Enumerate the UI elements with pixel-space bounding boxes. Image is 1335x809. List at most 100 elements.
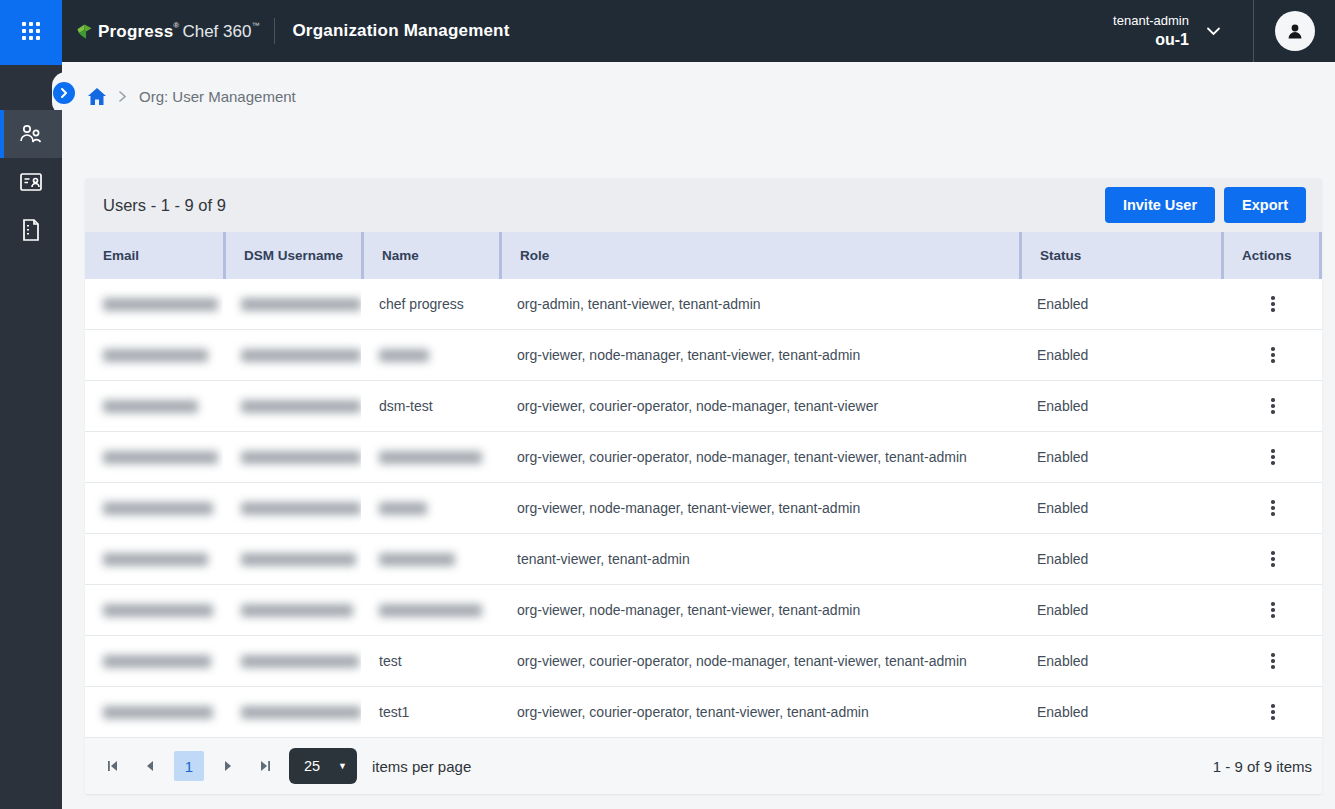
row-actions-menu-button[interactable] <box>1261 700 1285 724</box>
redacted-text <box>241 451 361 464</box>
cell-dsm-username <box>223 585 361 635</box>
items-per-page-label: items per page <box>372 758 471 775</box>
id-card-icon <box>19 171 43 193</box>
cell-actions <box>1221 432 1322 482</box>
sidebar-item-id-card[interactable] <box>0 158 62 206</box>
row-actions-menu-button[interactable] <box>1261 598 1285 622</box>
cell-email <box>85 636 223 686</box>
brand-progress-text: Progress® <box>98 21 179 42</box>
cell-role: org-admin, tenant-viewer, tenant-admin <box>499 279 1019 329</box>
page-number-button[interactable]: 1 <box>174 751 204 781</box>
first-page-button[interactable] <box>100 753 126 779</box>
column-header-actions: Actions <box>1221 232 1322 279</box>
cell-status: Enabled <box>1019 534 1221 584</box>
page-size-select[interactable]: 25 ▼ <box>289 748 357 784</box>
cell-dsm-username <box>223 534 361 584</box>
redacted-text <box>379 553 455 566</box>
table-row: org-viewer, courier-operator, node-manag… <box>85 432 1322 483</box>
table-row: org-viewer, node-manager, tenant-viewer,… <box>85 585 1322 636</box>
column-header-email[interactable]: Email <box>85 232 223 279</box>
redacted-text <box>103 400 198 413</box>
redacted-text <box>241 553 356 566</box>
invite-user-button[interactable]: Invite User <box>1105 187 1215 223</box>
cell-actions <box>1221 687 1322 737</box>
avatar <box>1275 11 1315 51</box>
redacted-text <box>103 451 218 464</box>
column-header-name[interactable]: Name <box>361 232 499 279</box>
breadcrumb-current: Org: User Management <box>139 88 296 105</box>
cell-name: dsm-test <box>361 381 499 431</box>
row-actions-menu-button[interactable] <box>1261 547 1285 571</box>
row-actions-menu-button[interactable] <box>1261 292 1285 316</box>
cell-dsm-username <box>223 636 361 686</box>
policy-document-icon <box>20 218 42 242</box>
users-card: Users - 1 - 9 of 9 Invite User Export Em… <box>85 178 1322 794</box>
cell-status: Enabled <box>1019 279 1221 329</box>
column-header-dsm-username[interactable]: DSM Username <box>223 232 361 279</box>
breadcrumb: Org: User Management <box>88 88 296 105</box>
redacted-text <box>379 502 427 515</box>
cell-status: Enabled <box>1019 687 1221 737</box>
cell-email <box>85 432 223 482</box>
header-divider <box>274 18 275 44</box>
brand-chef-text: Chef 360™ <box>182 21 259 42</box>
chevron-down-icon[interactable] <box>1206 27 1221 36</box>
tenant-switcher[interactable]: tenant-admin ou-1 <box>1113 13 1189 50</box>
cell-dsm-username <box>223 432 361 482</box>
tenant-role: tenant-admin <box>1113 13 1189 29</box>
column-header-status[interactable]: Status <box>1019 232 1221 279</box>
cell-actions <box>1221 636 1322 686</box>
row-actions-menu-button[interactable] <box>1261 394 1285 418</box>
cell-role: org-viewer, node-manager, tenant-viewer,… <box>499 585 1019 635</box>
cell-email <box>85 381 223 431</box>
cell-status: Enabled <box>1019 636 1221 686</box>
progress-logo-icon <box>75 22 94 41</box>
redacted-text <box>241 349 361 362</box>
items-range-label: 1 - 9 of 9 items <box>1213 758 1312 775</box>
export-button[interactable]: Export <box>1224 187 1306 223</box>
pagination-bar: 1 25 ▼ items per page 1 - 9 of 9 items <box>85 738 1322 794</box>
cell-name: test <box>361 636 499 686</box>
table-row: org-viewer, node-manager, tenant-viewer,… <box>85 483 1322 534</box>
redacted-text <box>103 655 211 668</box>
users-icon <box>18 122 44 146</box>
top-bar: Progress® Chef 360™ Organization Managem… <box>0 0 1335 62</box>
redacted-text <box>379 451 482 464</box>
cell-actions <box>1221 330 1322 380</box>
redacted-text <box>379 604 482 617</box>
sidebar-item-users[interactable] <box>0 110 62 158</box>
redacted-text <box>103 298 218 311</box>
cell-actions <box>1221 279 1322 329</box>
sidebar-expand-button[interactable] <box>53 82 75 104</box>
home-icon[interactable] <box>88 88 106 105</box>
next-page-button[interactable] <box>215 753 241 779</box>
row-actions-menu-button[interactable] <box>1261 649 1285 673</box>
row-actions-menu-button[interactable] <box>1261 445 1285 469</box>
row-actions-menu-button[interactable] <box>1261 343 1285 367</box>
cell-dsm-username <box>223 483 361 533</box>
cell-actions <box>1221 585 1322 635</box>
user-menu-button[interactable] <box>1254 11 1335 51</box>
app-launcher-button[interactable] <box>0 0 62 65</box>
cell-role: org-viewer, node-manager, tenant-viewer,… <box>499 330 1019 380</box>
person-icon <box>1285 21 1305 41</box>
previous-page-button[interactable] <box>137 753 163 779</box>
redacted-text <box>103 349 208 362</box>
sidebar-item-policy[interactable] <box>0 206 62 254</box>
brand-logo[interactable]: Progress® Chef 360™ <box>75 21 259 42</box>
column-header-role[interactable]: Role <box>499 232 1019 279</box>
row-actions-menu-button[interactable] <box>1261 496 1285 520</box>
table-body: chef progressorg-admin, tenant-viewer, t… <box>85 279 1322 738</box>
table-row: chef progressorg-admin, tenant-viewer, t… <box>85 279 1322 330</box>
cell-email <box>85 585 223 635</box>
cell-actions <box>1221 534 1322 584</box>
table-header: Email DSM Username Name Role Status Acti… <box>85 232 1322 279</box>
redacted-text <box>103 502 213 515</box>
waffle-icon <box>22 22 40 40</box>
table-row: test1org-viewer, courier-operator, tenan… <box>85 687 1322 738</box>
last-page-button[interactable] <box>252 753 278 779</box>
card-title: Users - 1 - 9 of 9 <box>103 196 226 215</box>
cell-dsm-username <box>223 279 361 329</box>
cell-role: tenant-viewer, tenant-admin <box>499 534 1019 584</box>
redacted-text <box>241 655 359 668</box>
